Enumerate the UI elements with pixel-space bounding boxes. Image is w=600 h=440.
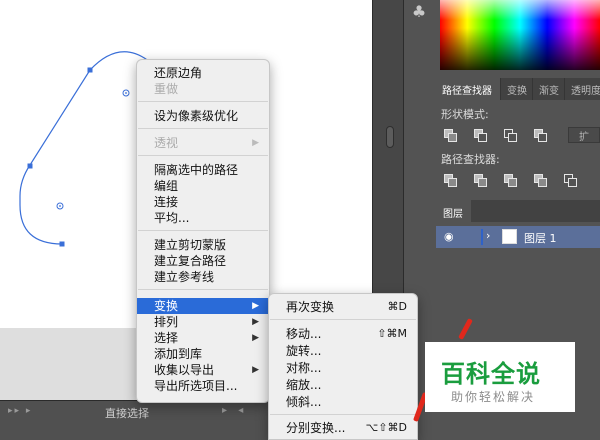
exclude-icon[interactable] <box>532 127 548 143</box>
layer-row[interactable]: ◉ › 图层 1 <box>436 226 600 248</box>
divide-icon[interactable] <box>442 172 458 188</box>
anchor-point <box>59 241 65 247</box>
panel-tabs: 路径查找器 变换 渐变 透明度 <box>436 78 600 100</box>
submenu-item-scale[interactable]: 缩放... <box>269 377 417 393</box>
clubs-icon[interactable]: ♣ <box>405 0 433 26</box>
shape-mode-buttons <box>442 127 548 143</box>
tab-layers[interactable]: 图层 <box>436 200 471 222</box>
menu-item-group[interactable]: 编组 <box>137 178 269 194</box>
pathfinder-buttons <box>442 172 578 188</box>
merge-icon[interactable] <box>502 172 518 188</box>
watermark-logo: 百科全说 助你轻松解决 <box>425 342 575 412</box>
submenu-arrow-icon: ▶ <box>252 317 259 327</box>
crop-icon[interactable] <box>532 172 548 188</box>
submenu-arrow-icon: ▶ <box>252 333 259 343</box>
expand-button[interactable]: 扩 <box>568 127 600 143</box>
menu-item-export-selection[interactable]: 导出所选项目... <box>137 378 269 394</box>
pathfinders-label: 路径查找器: <box>441 153 500 166</box>
menu-item-join[interactable]: 连接 <box>137 194 269 210</box>
menu-item-collect-export[interactable]: 收集以导出 ▶ <box>137 362 269 378</box>
eye-icon[interactable]: ◉ <box>444 230 454 243</box>
minus-front-icon[interactable] <box>472 127 488 143</box>
tab-pathfinder[interactable]: 路径查找器 <box>436 78 501 100</box>
scrollbar-thumb[interactable] <box>386 126 394 148</box>
layer-name[interactable]: 图层 1 <box>524 230 557 246</box>
submenu-item-move[interactable]: 移动... ⇧⌘M <box>269 326 417 342</box>
shape-modes-label: 形状模式: <box>441 108 489 121</box>
current-tool-label[interactable]: 直接选择 <box>105 405 149 421</box>
tab-transparency[interactable]: 透明度 <box>565 78 600 100</box>
intersect-icon[interactable] <box>502 127 518 143</box>
menu-item-transform[interactable]: 变换 ▶ <box>137 298 269 314</box>
submenu-item-transform-again[interactable]: 再次变换 ⌘D <box>269 299 417 315</box>
status-arrows[interactable]: ▸ ◂ <box>222 405 247 416</box>
menu-item-redo[interactable]: 重做 <box>137 81 269 97</box>
anchor-point <box>27 163 33 169</box>
submenu-item-transform-each[interactable]: 分别变换... ⌥⇧⌘D <box>269 420 417 436</box>
menu-item-isolate-path[interactable]: 隔离选中的路径 <box>137 162 269 178</box>
trim-icon[interactable] <box>472 172 488 188</box>
submenu-arrow-icon: ▶ <box>252 138 259 148</box>
menu-item-restore-corners[interactable]: 还原边角 <box>137 65 269 81</box>
menu-item-clipping-mask[interactable]: 建立剪切蒙版 <box>137 237 269 253</box>
menu-item-add-to-library[interactable]: 添加到库 <box>137 346 269 362</box>
menu-item-arrange[interactable]: 排列 ▶ <box>137 314 269 330</box>
chevron-right-icon[interactable]: › <box>486 229 490 242</box>
menu-item-perspective[interactable]: 透视 ▶ <box>137 135 269 151</box>
menu-item-pixel-optimize[interactable]: 设为像素级优化 <box>137 108 269 124</box>
submenu-item-reflect[interactable]: 对称... <box>269 360 417 376</box>
tab-transform[interactable]: 变换 <box>501 78 533 100</box>
artboard-nav-buttons[interactable]: ▸▸ ▸ <box>8 406 32 416</box>
menu-item-select[interactable]: 选择 ▶ <box>137 330 269 346</box>
anchor-point <box>87 67 93 73</box>
outline-icon[interactable] <box>562 172 578 188</box>
submenu-item-shear[interactable]: 倾斜... <box>269 394 417 410</box>
menu-item-make-guides[interactable]: 建立参考线 <box>137 269 269 285</box>
submenu-arrow-icon: ▶ <box>252 365 259 375</box>
menu-item-average[interactable]: 平均... <box>137 210 269 226</box>
transform-submenu: 再次变换 ⌘D 移动... ⇧⌘M 旋转... 对称... 缩放... 倾斜... … <box>268 293 418 440</box>
menu-item-compound-path[interactable]: 建立复合路径 <box>137 253 269 269</box>
submenu-arrow-icon: ▶ <box>252 301 259 311</box>
unite-icon[interactable] <box>442 127 458 143</box>
submenu-item-rotate[interactable]: 旋转... <box>269 343 417 359</box>
layers-panel-header: 图层 <box>436 200 600 222</box>
context-menu: 还原边角 重做 设为像素级优化 透视 ▶ 隔离选中的路径 编组 连接 平均... … <box>136 59 270 403</box>
layer-thumbnail <box>502 229 517 244</box>
tab-gradient[interactable]: 渐变 <box>533 78 565 100</box>
